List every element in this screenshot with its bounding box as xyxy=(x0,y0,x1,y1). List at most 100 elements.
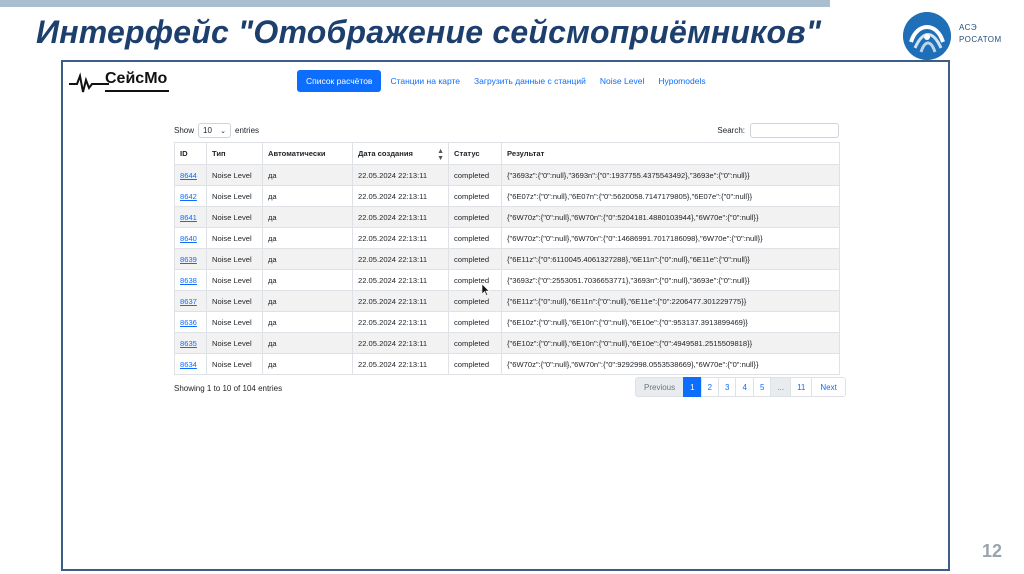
slide-page-number: 12 xyxy=(981,541,1002,561)
cell-id[interactable]: 8634 xyxy=(174,353,207,375)
seismogram-icon xyxy=(69,72,109,93)
calculation-id-link[interactable]: 8644 xyxy=(180,171,197,180)
cell-type: Noise Level xyxy=(206,332,263,354)
cell-result: {"6E10z":{"0":null},"6E10n":{"0":null},"… xyxy=(501,311,840,333)
nav-calculations-list[interactable]: Список расчётов xyxy=(297,70,382,92)
logo-line-1: АСЭ xyxy=(959,23,978,32)
table-row: 8640 Noise Level да 22.05.2024 22:13:11 comp… xyxy=(174,227,840,249)
calculation-id-link[interactable]: 8639 xyxy=(180,255,197,264)
page-button-1[interactable]: 1 xyxy=(683,377,702,397)
cell-auto: да xyxy=(262,248,353,270)
page-button-3[interactable]: 3 xyxy=(718,377,737,397)
cell-id[interactable]: 8642 xyxy=(174,185,207,207)
mouse-cursor-icon xyxy=(482,284,490,296)
cell-id[interactable]: 8635 xyxy=(174,332,207,354)
cell-auto: да xyxy=(262,332,353,354)
calculation-id-link[interactable]: 8634 xyxy=(180,360,197,369)
logo-line-2: РОСАТОМ xyxy=(959,35,1002,44)
cell-status: completed xyxy=(448,206,502,228)
search-input[interactable] xyxy=(750,123,839,138)
previous-button[interactable]: Previous xyxy=(635,377,685,397)
cell-result: {"6W70z":{"0":null},"6W70n":{"0":9292998… xyxy=(501,353,840,375)
page-button-5[interactable]: 5 xyxy=(752,377,772,397)
calculation-id-link[interactable]: 8637 xyxy=(180,297,197,306)
slide-title: Интерфейс "Отображение сейсмоприёмников" xyxy=(36,14,822,50)
cell-id[interactable]: 8636 xyxy=(174,311,207,333)
cell-result: {"6E11z":{"0":null},"6E11n":{"0":null},"… xyxy=(501,290,840,312)
slide-top-bar xyxy=(0,0,830,7)
calculation-id-link[interactable]: 8641 xyxy=(180,213,197,222)
column-header-result[interactable]: Результат xyxy=(501,142,840,165)
entries-select[interactable]: 10 ⌄ xyxy=(198,123,232,138)
table-row: 8635 Noise Level да 22.05.2024 22:13:11 comp… xyxy=(174,332,840,354)
column-header-date[interactable]: Дата создания ▲ ▼ xyxy=(352,142,449,165)
page-ellipsis: ... xyxy=(770,377,792,397)
cell-date: 22.05.2024 22:13:11 xyxy=(352,311,449,333)
cell-id[interactable]: 8639 xyxy=(174,248,207,270)
calculation-id-link[interactable]: 8635 xyxy=(180,339,197,348)
column-header-status[interactable]: Статус xyxy=(448,142,502,165)
cell-type: Noise Level xyxy=(206,185,263,207)
chevron-down-icon: ⌄ xyxy=(220,128,227,135)
cell-type: Noise Level xyxy=(206,227,263,249)
cell-auto: да xyxy=(262,311,353,333)
page-button-2[interactable]: 2 xyxy=(700,377,720,397)
calculation-id-link[interactable]: 8640 xyxy=(180,234,197,243)
column-header-id[interactable]: ID xyxy=(174,142,207,165)
next-button[interactable]: Next xyxy=(811,377,846,397)
app-brand[interactable]: СейсМо xyxy=(69,68,179,98)
cell-status: completed xyxy=(448,332,502,354)
column-header-auto[interactable]: Автоматически xyxy=(262,142,353,165)
nav-stations-map[interactable]: Станции на карте xyxy=(383,70,467,92)
cell-type: Noise Level xyxy=(206,269,263,291)
cell-date: 22.05.2024 22:13:11 xyxy=(352,248,449,270)
page-button-11[interactable]: 11 xyxy=(790,377,813,397)
cell-date: 22.05.2024 22:13:11 xyxy=(352,353,449,375)
atom-icon xyxy=(903,12,951,60)
column-header-type[interactable]: Тип xyxy=(206,142,263,165)
search-label: Search: xyxy=(717,126,745,135)
calculation-id-link[interactable]: 8636 xyxy=(180,318,197,327)
cell-id[interactable]: 8641 xyxy=(174,206,207,228)
cell-auto: да xyxy=(262,290,353,312)
nav-noise-level[interactable]: Noise Level xyxy=(593,70,651,92)
cell-date: 22.05.2024 22:13:11 xyxy=(352,290,449,312)
cell-result: {"3693z":{"0":2553051.7036653771},"3693n… xyxy=(501,269,840,291)
cell-id[interactable]: 8637 xyxy=(174,290,207,312)
cell-type: Noise Level xyxy=(206,248,263,270)
cell-result: {"3693z":{"0":null},"3693n":{"0":1937755… xyxy=(501,164,840,186)
cell-auto: да xyxy=(262,164,353,186)
cell-auto: да xyxy=(262,353,353,375)
table-row: 8644 Noise Level да 22.05.2024 22:13:11 comp… xyxy=(174,164,840,186)
calculation-id-link[interactable]: 8638 xyxy=(180,276,197,285)
entries-length: Show 10 ⌄ entries xyxy=(174,123,259,138)
cell-type: Noise Level xyxy=(206,353,263,375)
table-search: Search: xyxy=(717,123,839,138)
cell-result: {"6E07z":{"0":null},"6E07n":{"0":5620058… xyxy=(501,185,840,207)
cell-date: 22.05.2024 22:13:11 xyxy=(352,227,449,249)
table-row: 8639 Noise Level да 22.05.2024 22:13:11 comp… xyxy=(174,248,840,270)
cell-auto: да xyxy=(262,227,353,249)
calculation-id-link[interactable]: 8642 xyxy=(180,192,197,201)
nav-hypomodels[interactable]: Hypomodels xyxy=(651,70,712,92)
page-button-4[interactable]: 4 xyxy=(735,377,754,397)
table-row: 8641 Noise Level да 22.05.2024 22:13:11 comp… xyxy=(174,206,840,228)
cell-status: completed xyxy=(448,164,502,186)
cell-status: completed xyxy=(448,311,502,333)
cell-status: completed xyxy=(448,248,502,270)
nav-upload-station-data[interactable]: Загрузить данные с станций xyxy=(467,70,593,92)
cell-id[interactable]: 8640 xyxy=(174,227,207,249)
show-label: Show xyxy=(174,126,195,135)
sort-desc-icon: ▲ ▼ xyxy=(437,148,444,162)
cell-id[interactable]: 8644 xyxy=(174,164,207,186)
table-row: 8637 Noise Level да 22.05.2024 22:13:11 comp… xyxy=(174,290,840,312)
cell-result: {"6E10z":{"0":null},"6E10n":{"0":null},"… xyxy=(501,332,840,354)
cell-id[interactable]: 8638 xyxy=(174,269,207,291)
table-row: 8634 Noise Level да 22.05.2024 22:13:11 comp… xyxy=(174,353,840,375)
cell-status: completed xyxy=(448,269,502,291)
app-screenshot: СейсМо Список расчётов Станции на карте … xyxy=(61,60,950,571)
cell-date: 22.05.2024 22:13:11 xyxy=(352,164,449,186)
cell-result: {"6E11z":{"0":6110045.4061327288},"6E11n… xyxy=(501,248,840,270)
logo-text: АСЭ РОСАТОМ xyxy=(959,22,1002,46)
cell-auto: да xyxy=(262,269,353,291)
